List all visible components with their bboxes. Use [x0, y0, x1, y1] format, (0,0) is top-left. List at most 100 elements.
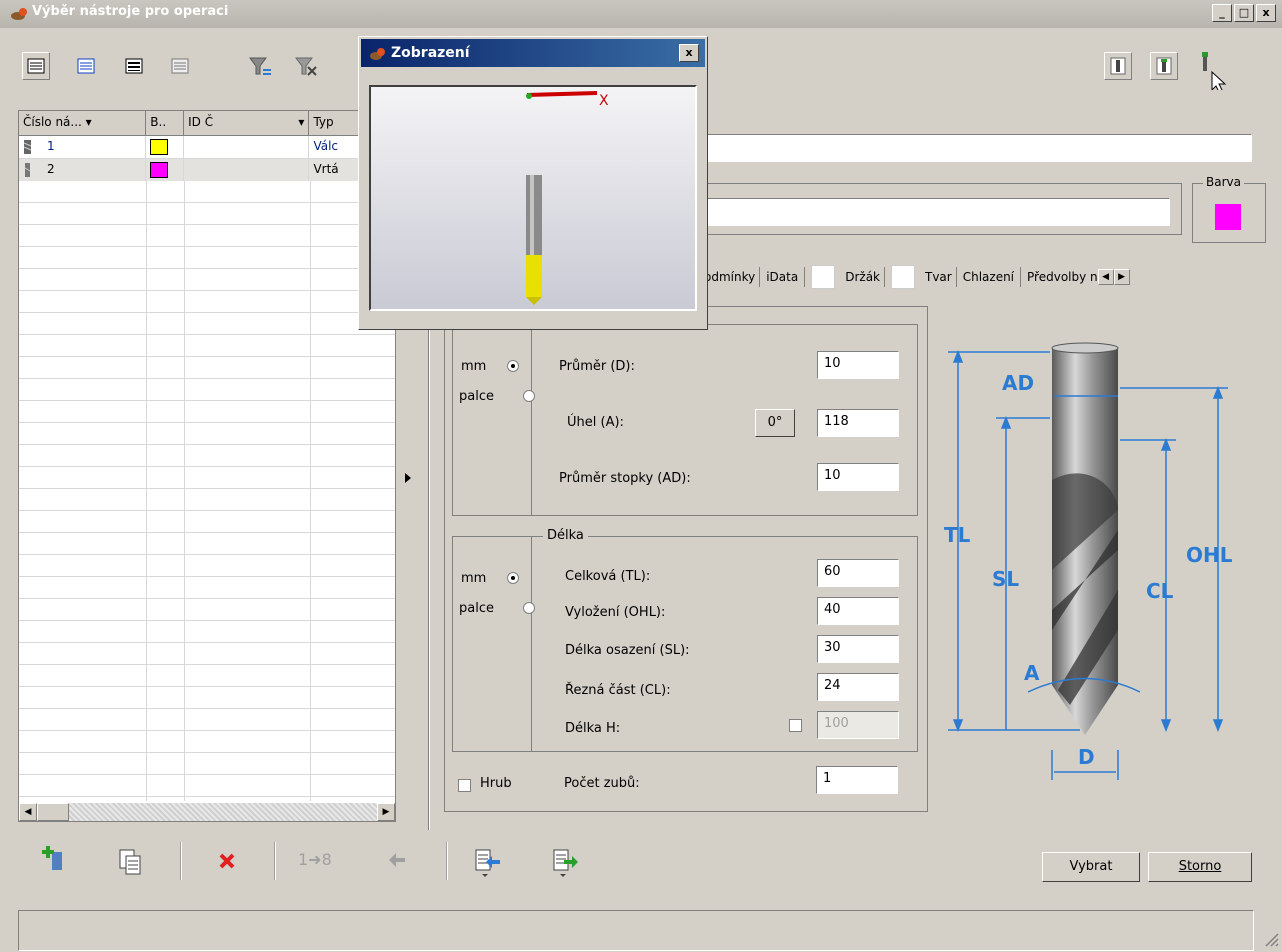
name-field[interactable]: [690, 134, 1252, 162]
tool-list-grid[interactable]: Číslo ná... ▾ B.. ID Č ▾ Typ 1 Válc 2 Vr…: [18, 110, 396, 822]
tab-idata[interactable]: iData: [760, 270, 804, 284]
label-tl: TL: [944, 523, 971, 547]
total-length-field[interactable]: 60: [817, 559, 899, 587]
table-row[interactable]: 2 Vrtá: [19, 159, 395, 182]
teeth-count-label: Počet zubů:: [564, 776, 640, 791]
view-grid-icon[interactable]: [166, 52, 194, 80]
color-swatch: [150, 162, 169, 178]
length-unit-inch-label: palce: [459, 601, 494, 616]
cutting-length-field[interactable]: 24: [817, 673, 899, 701]
row-number-cell: 1: [19, 136, 147, 158]
length-group-title: Délka: [543, 528, 588, 543]
tab-conditions[interactable]: odmínky: [700, 270, 759, 284]
teeth-count-field[interactable]: 1: [816, 766, 898, 794]
grid-header: Číslo ná... ▾ B.. ID Č ▾ Typ: [19, 111, 395, 136]
export-icon[interactable]: [552, 848, 580, 882]
import-icon[interactable]: [474, 848, 502, 882]
add-tool-icon[interactable]: [40, 844, 70, 878]
angle-field[interactable]: 118: [817, 409, 899, 437]
tab-scroll-right-icon[interactable]: ▶: [1113, 269, 1130, 285]
row-color-cell: [146, 159, 185, 181]
clear-filter-icon[interactable]: [292, 52, 320, 80]
unit-mm-label: mm: [461, 359, 487, 374]
diameter-group: mm palce Průměr (D): 10 Úhel (A): 0° 118…: [452, 324, 918, 516]
overhang-field[interactable]: 40: [817, 597, 899, 625]
renumber-button[interactable]: 1➜8: [298, 850, 332, 869]
copy-tool-icon[interactable]: [118, 848, 144, 880]
select-button[interactable]: Vybrat: [1042, 852, 1140, 882]
window-title: Výběr nástroje pro operaci: [32, 4, 229, 19]
cutting-length-label: Řezná část (CL):: [565, 683, 671, 698]
diameter-field[interactable]: 10: [817, 351, 899, 379]
preview-title: Zobrazení: [391, 45, 470, 61]
splitter-arrow-icon[interactable]: [404, 472, 412, 488]
minimize-button[interactable]: _: [1212, 4, 1232, 22]
horizontal-scrollbar[interactable]: ◀ ▶: [19, 803, 395, 821]
view-holder-icon[interactable]: [1150, 52, 1178, 80]
length-unit-inch-radio[interactable]: [523, 602, 536, 614]
table-row[interactable]: 1 Válc: [19, 136, 395, 159]
divider: [428, 300, 430, 830]
description-field[interactable]: [700, 198, 1170, 226]
status-bar: [18, 910, 1254, 951]
preview-title-bar: Zobrazení x: [361, 39, 705, 67]
tab-cooling[interactable]: Chlazení: [957, 270, 1020, 284]
tool-cursor-icon[interactable]: [1196, 50, 1232, 95]
shank-diameter-label: Průměr stopky (AD):: [559, 471, 691, 486]
scroll-left-icon[interactable]: ◀: [19, 803, 37, 821]
label-ohl: OHL: [1186, 543, 1233, 567]
resize-grip-icon[interactable]: [1262, 930, 1280, 952]
filter-icon[interactable]: [246, 52, 274, 80]
unit-inch-label: palce: [459, 389, 494, 404]
tab-strip: odmínky iData Držák Tvar Chlazení Předvo…: [700, 262, 1130, 292]
total-length-label: Celková (TL):: [565, 569, 651, 584]
angle-reset-button[interactable]: 0°: [755, 409, 795, 437]
tab-scroll-left-icon[interactable]: ◀: [1097, 269, 1114, 285]
view-details-icon[interactable]: [72, 52, 100, 80]
scroll-thumb[interactable]: [37, 803, 69, 821]
length-h-checkbox[interactable]: [789, 719, 802, 732]
preview-viewport[interactable]: X: [369, 85, 697, 311]
unit-inch-radio[interactable]: [523, 390, 536, 402]
overhang-label: Vyložení (OHL):: [565, 605, 666, 620]
color-group-label: Barva: [1203, 175, 1244, 189]
app-icon: [370, 48, 385, 60]
cancel-button[interactable]: Storno: [1148, 852, 1252, 882]
diameter-label: Průměr (D):: [559, 359, 635, 374]
row-id-cell: [184, 159, 310, 181]
empty-rows: [19, 181, 395, 801]
length-unit-mm-radio[interactable]: [507, 572, 519, 584]
app-icon: [10, 7, 30, 25]
preview-close-button[interactable]: x: [679, 44, 699, 62]
color-group: Barva: [1192, 175, 1266, 243]
view-tool-icon[interactable]: [1104, 52, 1132, 80]
scroll-right-icon[interactable]: ▶: [377, 803, 395, 821]
shank-diameter-field[interactable]: 10: [817, 463, 899, 491]
rough-checkbox[interactable]: [458, 779, 471, 792]
column-id[interactable]: ID Č ▾: [184, 111, 310, 135]
tool-icon: [23, 139, 32, 154]
color-picker-swatch[interactable]: [1215, 204, 1241, 230]
close-button[interactable]: x: [1256, 4, 1276, 22]
holder-tab-icon: [811, 265, 836, 289]
row-number-cell: 2: [19, 159, 147, 181]
length-unit-mm-label: mm: [461, 571, 487, 586]
length-h-field[interactable]: 100: [817, 711, 899, 739]
view-compact-icon[interactable]: [120, 52, 148, 80]
drill-diagram: AD TL SL CL OHL A D: [940, 340, 1260, 790]
maximize-button[interactable]: □: [1234, 4, 1254, 22]
label-cl: CL: [1146, 579, 1174, 603]
tab-presets[interactable]: Předvolby n: [1021, 270, 1098, 284]
label-ad: AD: [1002, 371, 1034, 395]
drill-icon: [24, 162, 31, 177]
undo-icon[interactable]: [386, 850, 408, 874]
column-color[interactable]: B..: [146, 111, 185, 135]
delete-icon[interactable]: [218, 852, 236, 874]
view-list-icon[interactable]: [22, 52, 50, 80]
unit-mm-radio[interactable]: [507, 360, 519, 372]
column-number[interactable]: Číslo ná... ▾: [19, 111, 147, 135]
row-color-cell: [146, 136, 185, 158]
tab-shape[interactable]: Tvar: [921, 270, 956, 284]
tab-holder[interactable]: Držák: [841, 270, 884, 284]
shoulder-length-field[interactable]: 30: [817, 635, 899, 663]
